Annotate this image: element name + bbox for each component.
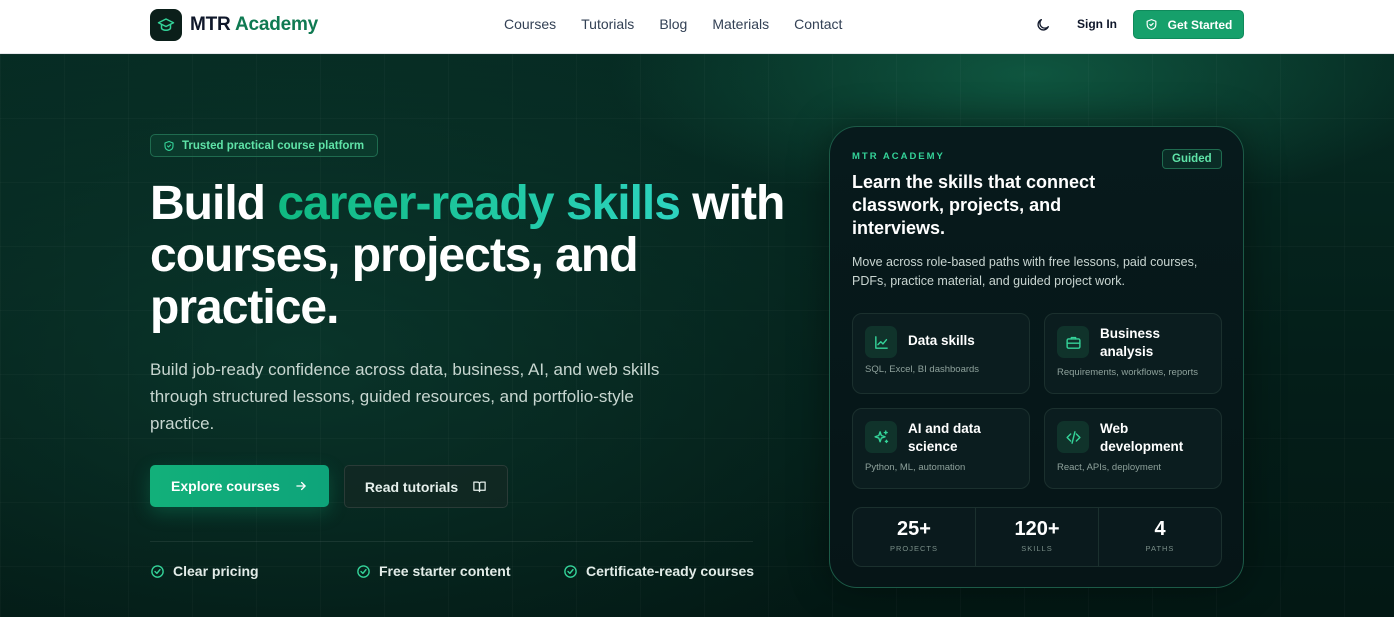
shield-check-icon xyxy=(164,140,174,151)
check-item: Certificate-ready courses xyxy=(563,563,754,579)
stat-label: PATHS xyxy=(1145,544,1175,553)
briefcase-icon xyxy=(1057,326,1089,358)
read-tutorials-button[interactable]: Read tutorials xyxy=(344,465,508,508)
skill-meta: Python, ML, automation xyxy=(865,462,966,473)
skill-name: Data skills xyxy=(908,333,975,348)
hero-divider xyxy=(150,541,753,542)
check-label: Certificate-ready courses xyxy=(586,563,755,579)
stat-value: 25+ xyxy=(897,518,931,540)
explore-courses-button[interactable]: Explore courses xyxy=(150,465,329,507)
hero-subtext: Build job-ready confidence across data, … xyxy=(150,360,660,433)
moon-icon xyxy=(1037,19,1049,31)
stats-panel: 25+ PROJECTS 120+ SKILLS 4 PATHS xyxy=(852,507,1222,567)
check-item: Free starter content xyxy=(356,563,510,579)
shield-check-icon xyxy=(1146,19,1157,30)
nav-link-tutorials[interactable]: Tutorials xyxy=(581,16,634,32)
chart-icon xyxy=(865,326,897,358)
book-open-icon xyxy=(473,481,486,493)
stat-value: 4 xyxy=(1154,518,1166,540)
skill-name: Web development xyxy=(1100,421,1184,454)
get-started-label: Get Started xyxy=(1167,17,1233,32)
headline-accent: career-ready skills xyxy=(277,177,681,230)
skill-card-ai[interactable]: AI and data science Python, ML, automati… xyxy=(852,408,1030,489)
check-item: Clear pricing xyxy=(150,563,259,579)
card-description: Move across role-based paths with free l… xyxy=(852,255,1198,288)
skill-name: Business analysis xyxy=(1100,326,1161,359)
skill-meta: React, APIs, deployment xyxy=(1057,462,1162,473)
get-started-button[interactable]: Get Started xyxy=(1133,10,1244,39)
brand-name: MTR Academy xyxy=(190,14,318,36)
arrow-right-icon xyxy=(296,481,306,491)
nav-link-materials[interactable]: Materials xyxy=(712,16,769,32)
check-circle-icon xyxy=(564,564,577,578)
top-navbar: MTR Academy Courses Tutorials Blog Mater… xyxy=(0,0,1394,54)
trust-badge: Trusted practical course platform xyxy=(150,134,379,157)
skill-meta: Requirements, workflows, reports xyxy=(1057,367,1198,378)
brand-name-left: MTR xyxy=(190,14,231,35)
stat-label: SKILLS xyxy=(1021,544,1053,553)
check-label: Clear pricing xyxy=(173,563,259,579)
academy-card: MTR ACADEMY Guided Learn the skills that… xyxy=(829,126,1244,588)
nav-links: Courses Tutorials Blog Materials Contact xyxy=(504,16,867,32)
code-icon xyxy=(1057,421,1089,453)
stat-projects: 25+ PROJECTS xyxy=(853,508,975,566)
check-label: Free starter content xyxy=(379,563,511,579)
stat-label: PROJECTS xyxy=(889,544,938,553)
guided-badge: Guided xyxy=(1162,149,1222,169)
skill-card-web[interactable]: Web development React, APIs, deployment xyxy=(1044,408,1222,489)
trust-badge-label: Trusted practical course platform xyxy=(182,139,365,152)
stat-value: 120+ xyxy=(1014,518,1060,540)
theme-toggle-button[interactable] xyxy=(1032,14,1054,36)
explore-courses-label: Explore courses xyxy=(171,478,280,494)
brand[interactable]: MTR Academy xyxy=(150,9,318,41)
graduation-cap-icon xyxy=(150,9,182,41)
nav-link-contact[interactable]: Contact xyxy=(794,16,842,32)
sparkles-icon xyxy=(865,421,897,453)
card-title: Learn the skills that connect classwork,… xyxy=(852,172,1096,238)
headline-start: Build xyxy=(150,177,278,230)
read-tutorials-label: Read tutorials xyxy=(364,478,459,495)
skill-card-business[interactable]: Business analysis Requirements, workflow… xyxy=(1044,313,1222,394)
check-circle-icon xyxy=(151,564,164,578)
brand-name-right: Academy xyxy=(234,14,319,35)
skill-name: AI and data science xyxy=(908,421,981,454)
card-eyebrow: MTR ACADEMY xyxy=(852,151,945,162)
skill-card-data[interactable]: Data skills SQL, Excel, BI dashboards xyxy=(852,313,1030,394)
stat-skills: 120+ SKILLS xyxy=(975,508,1098,566)
stat-paths: 4 PATHS xyxy=(1098,508,1221,566)
sign-in-link[interactable]: Sign In xyxy=(1077,17,1117,31)
hero-headline: Build career-ready skills with courses, … xyxy=(150,178,790,334)
check-circle-icon xyxy=(357,564,370,578)
nav-link-blog[interactable]: Blog xyxy=(659,16,687,32)
nav-link-courses[interactable]: Courses xyxy=(504,16,556,32)
skill-meta: SQL, Excel, BI dashboards xyxy=(865,364,980,375)
hero-section: Trusted practical course platform Build … xyxy=(0,54,1394,619)
